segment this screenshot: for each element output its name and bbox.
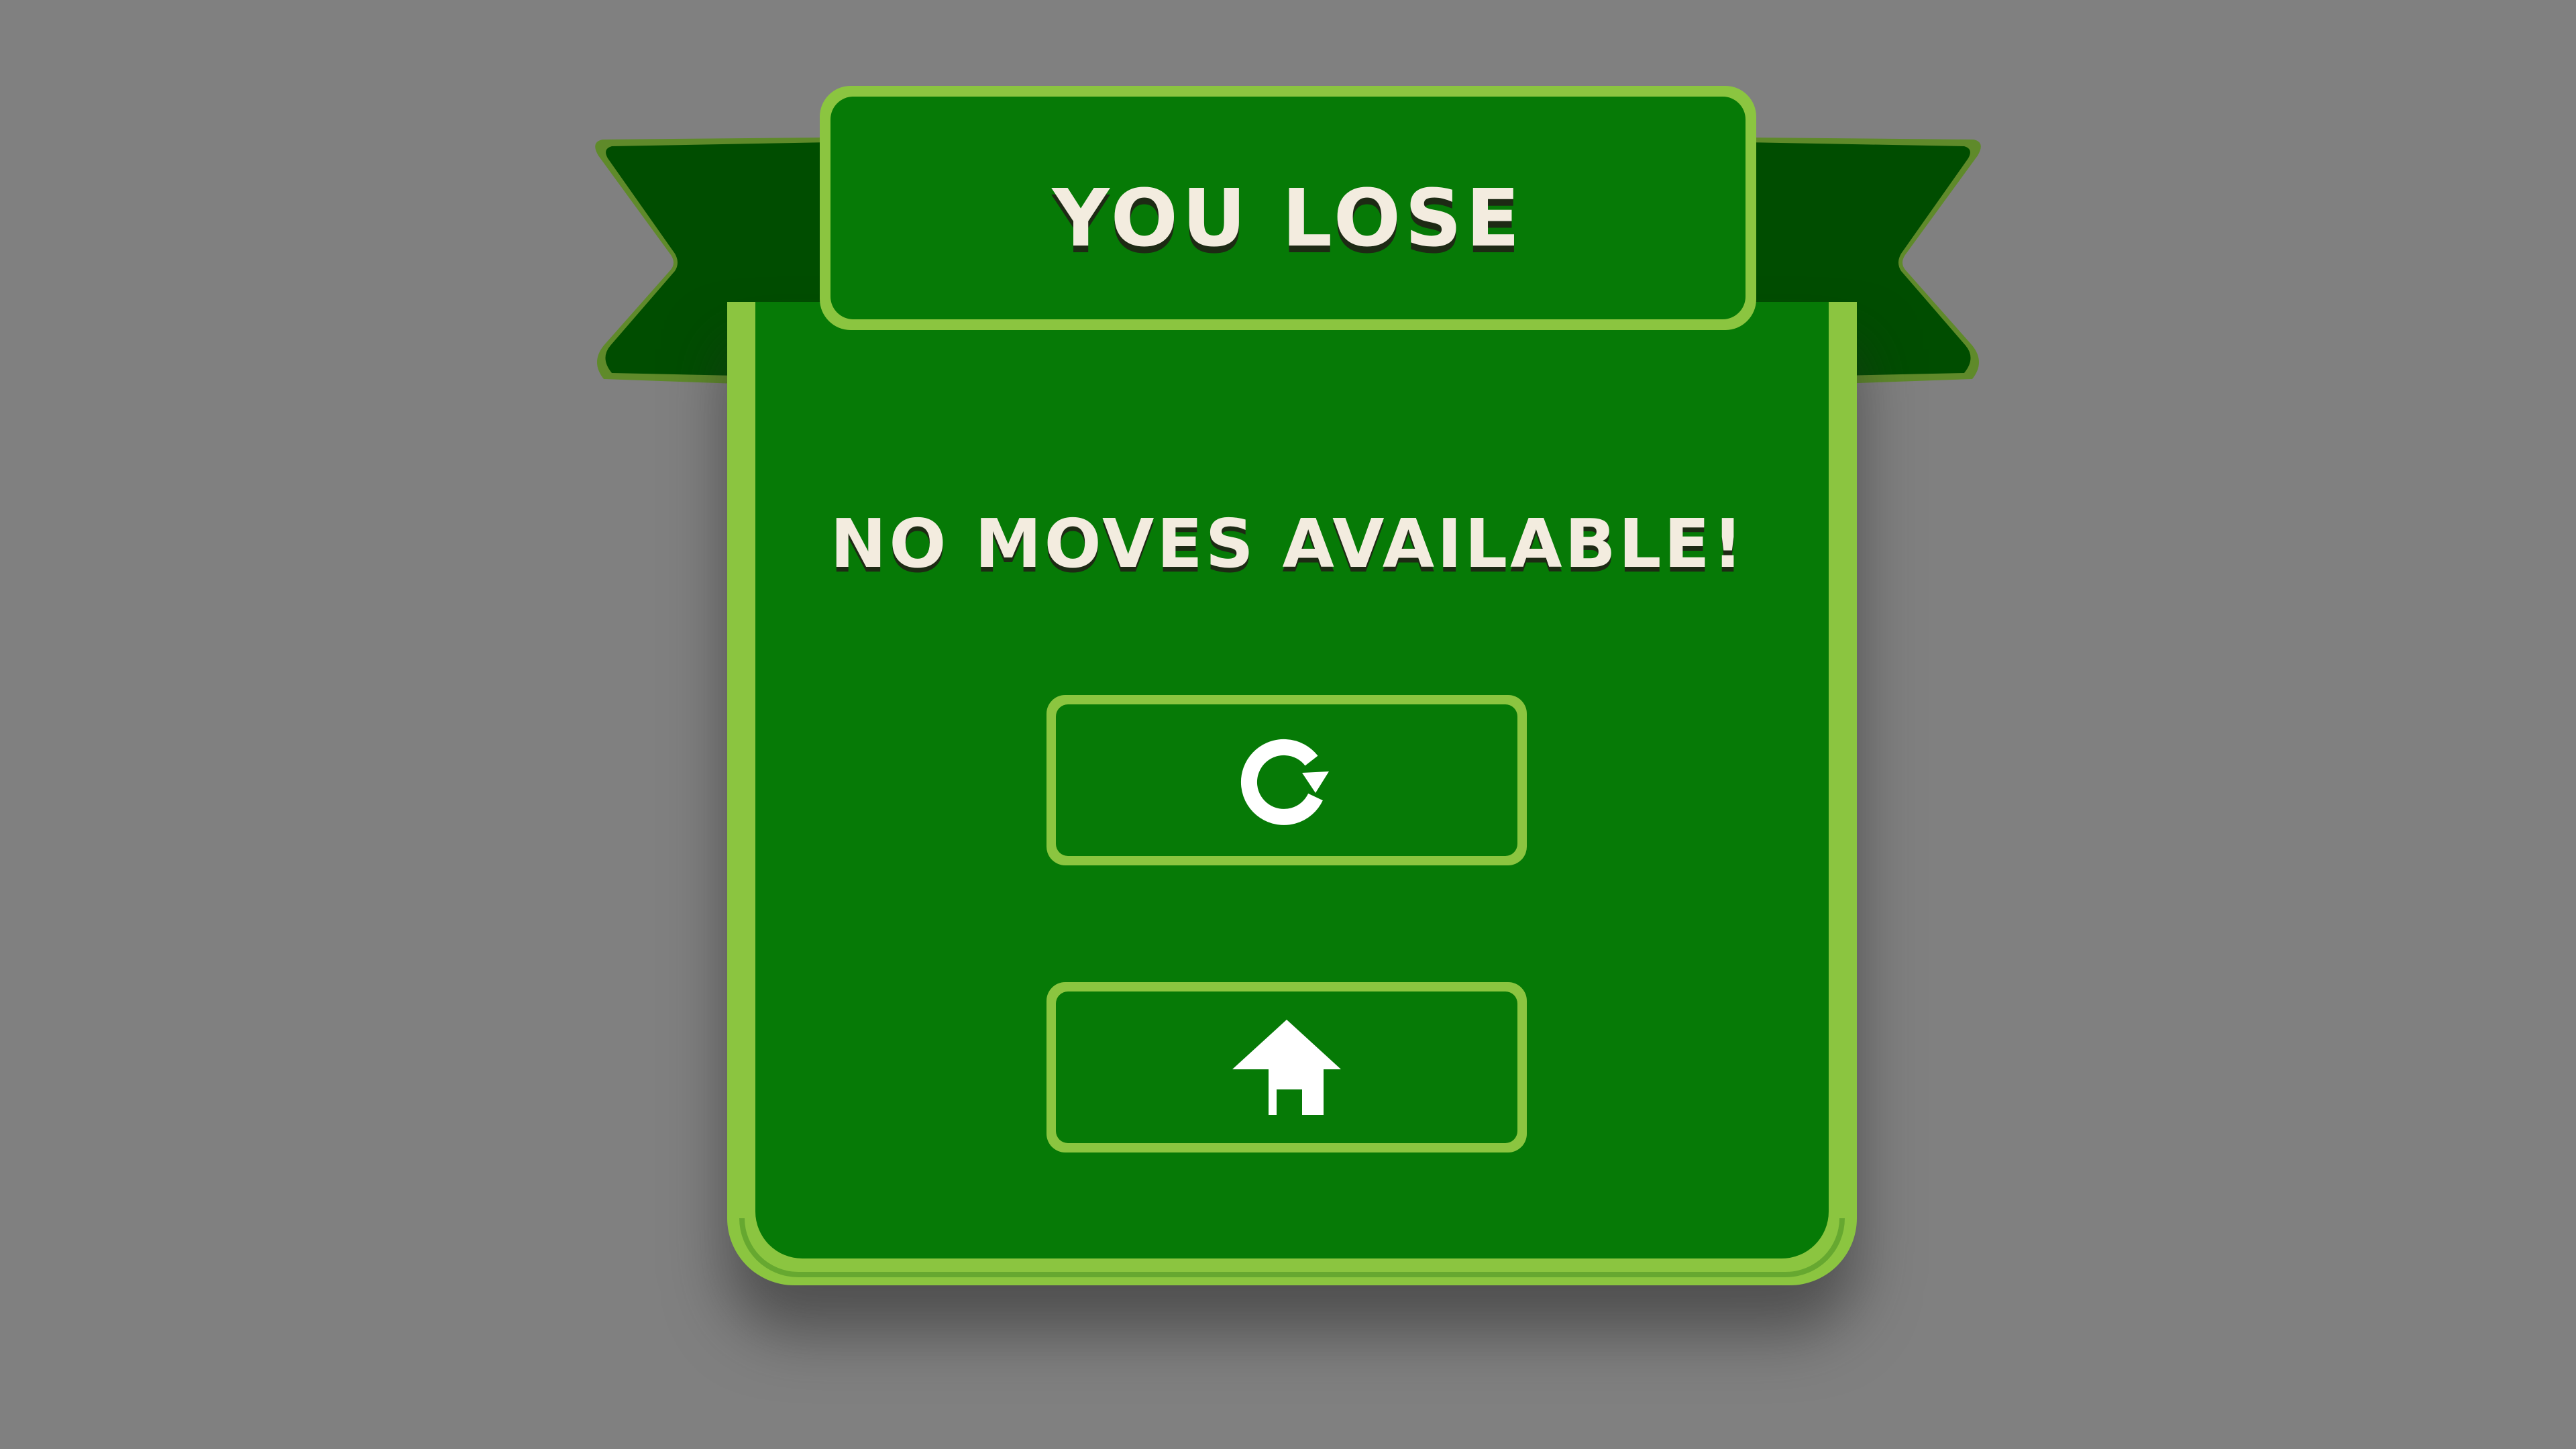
home-button[interactable] <box>1046 982 1527 1152</box>
dialog-message: NO MOVES AVAILABLE! <box>830 504 1746 583</box>
game-over-screen: YOU LOSE NO MOVES AVAILABLE! <box>0 0 2576 1449</box>
restart-button[interactable] <box>1046 695 1527 865</box>
home-icon <box>1232 1020 1341 1115</box>
dialog-header-banner: YOU LOSE <box>820 86 1756 330</box>
restart-icon <box>1241 739 1329 825</box>
dialog-header-body: YOU LOSE <box>830 97 1746 319</box>
dialog-title: YOU LOSE <box>1052 172 1524 264</box>
